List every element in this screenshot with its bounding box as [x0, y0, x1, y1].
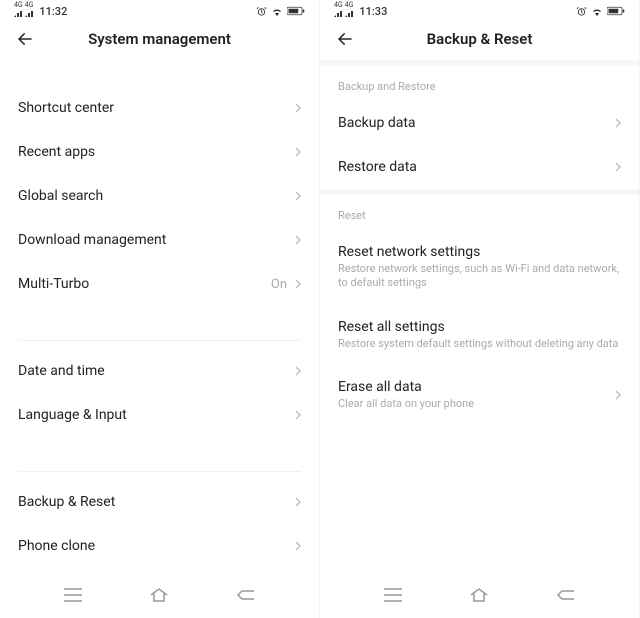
item-reset-network[interactable]: Reset network settings Restore network s…: [320, 230, 639, 305]
nav-menu-button[interactable]: [62, 584, 84, 606]
chevron-right-icon: [295, 366, 301, 376]
item-global-search[interactable]: Global search: [0, 174, 319, 218]
item-title: Multi-Turbo: [18, 276, 271, 292]
item-title: Date and time: [18, 363, 295, 379]
nav-home-button[interactable]: [468, 584, 490, 606]
battery-icon: [287, 6, 305, 16]
item-title: Restore data: [338, 159, 615, 175]
item-restore-data[interactable]: Restore data: [320, 145, 639, 189]
divider: [18, 340, 301, 341]
item-title: Shortcut center: [18, 100, 295, 116]
page-title: System management: [88, 30, 231, 48]
chevron-right-icon: [295, 279, 301, 289]
alarm-icon: [256, 6, 267, 17]
section-label-backup: Backup and Restore: [320, 66, 639, 101]
content: Backup and Restore Backup data Restore d…: [320, 60, 639, 574]
signal-icon-1: 4G: [334, 2, 343, 20]
nav-bar: [0, 574, 319, 618]
item-date-time[interactable]: Date and time: [0, 349, 319, 393]
nav-back-button[interactable]: [555, 584, 577, 606]
chevron-right-icon: [615, 162, 621, 172]
item-title: Backup data: [338, 115, 615, 131]
item-backup-reset[interactable]: Backup & Reset: [0, 480, 319, 524]
item-title: Erase all data: [338, 379, 615, 395]
item-shortcut-center[interactable]: Shortcut center: [0, 86, 319, 130]
section-label-reset: Reset: [320, 195, 639, 230]
nav-back-button[interactable]: [235, 584, 257, 606]
status-left: 4G 4G 11:32: [14, 2, 67, 20]
status-right: [256, 6, 305, 17]
item-recent-apps[interactable]: Recent apps: [0, 130, 319, 174]
item-title: Global search: [18, 188, 295, 204]
divider: [18, 471, 301, 472]
status-time: 11:33: [359, 5, 387, 18]
nav-bar: [320, 574, 639, 618]
item-multi-turbo[interactable]: Multi-Turbo On: [0, 262, 319, 306]
item-title: Reset network settings: [338, 244, 621, 260]
item-title: Backup & Reset: [18, 494, 295, 510]
chevron-right-icon: [295, 147, 301, 157]
battery-icon: [607, 6, 625, 16]
item-subtitle: Clear all data on your phone: [338, 397, 615, 411]
back-button[interactable]: [16, 30, 34, 48]
phone-left: 4G 4G 11:32 System management Shortcut c…: [0, 0, 320, 618]
chevron-right-icon: [615, 118, 621, 128]
page-title: Backup & Reset: [427, 30, 533, 48]
item-backup-data[interactable]: Backup data: [320, 101, 639, 145]
status-right: [576, 6, 625, 17]
item-title: Phone clone: [18, 538, 295, 554]
item-title: Recent apps: [18, 144, 295, 160]
status-time: 11:32: [39, 5, 67, 18]
back-button[interactable]: [336, 30, 354, 48]
chevron-right-icon: [295, 191, 301, 201]
item-title: Language & Input: [18, 407, 295, 423]
item-phone-clone[interactable]: Phone clone: [0, 524, 319, 568]
header: Backup & Reset: [320, 20, 639, 60]
status-bar: 4G 4G 11:32: [0, 0, 319, 20]
chevron-right-icon: [295, 103, 301, 113]
item-erase-all[interactable]: Erase all data Clear all data on your ph…: [320, 365, 639, 425]
wifi-icon: [591, 6, 603, 16]
item-title: Download management: [18, 232, 295, 248]
item-value: On: [271, 277, 287, 292]
chevron-right-icon: [615, 390, 621, 400]
chevron-right-icon: [295, 497, 301, 507]
phone-right: 4G 4G 11:33 Backup & Reset Backup and Re…: [320, 0, 640, 618]
item-language-input[interactable]: Language & Input: [0, 393, 319, 437]
nav-menu-button[interactable]: [382, 584, 404, 606]
chevron-right-icon: [295, 541, 301, 551]
header: System management: [0, 20, 319, 60]
signal-icon-1: 4G: [14, 2, 23, 20]
alarm-icon: [576, 6, 587, 17]
chevron-right-icon: [295, 410, 301, 420]
signal-icon-2: 4G: [25, 2, 34, 20]
content: Shortcut center Recent apps Global searc…: [0, 60, 319, 574]
item-title: Reset all settings: [338, 319, 621, 335]
signal-icon-2: 4G: [345, 2, 354, 20]
wifi-icon: [271, 6, 283, 16]
item-subtitle: Restore network settings, such as Wi-Fi …: [338, 262, 621, 291]
item-subtitle: Restore system default settings without …: [338, 337, 621, 351]
chevron-right-icon: [295, 235, 301, 245]
status-bar: 4G 4G 11:33: [320, 0, 639, 20]
item-reset-all[interactable]: Reset all settings Restore system defaul…: [320, 305, 639, 365]
nav-home-button[interactable]: [148, 584, 170, 606]
status-left: 4G 4G 11:33: [334, 2, 387, 20]
item-download-management[interactable]: Download management: [0, 218, 319, 262]
